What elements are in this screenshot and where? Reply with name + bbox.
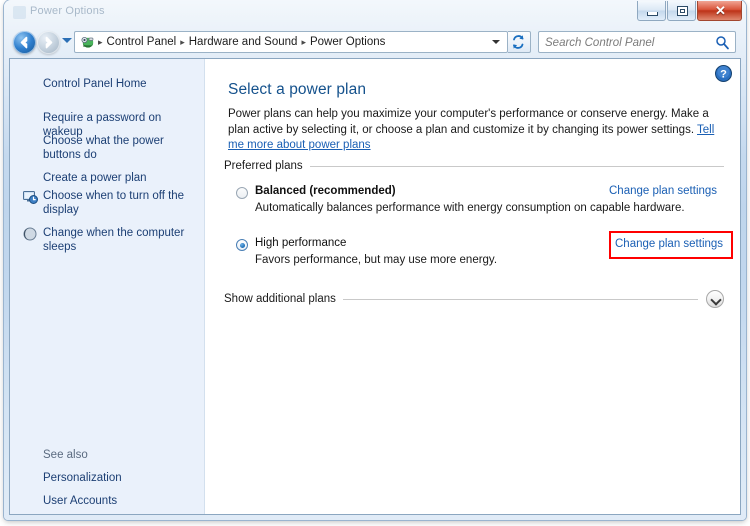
show-additional-plans-label: Show additional plans	[224, 293, 336, 305]
search-icon[interactable]	[715, 35, 730, 50]
sidebar-item-user-accounts[interactable]: User Accounts	[43, 494, 193, 508]
sidebar-item-choose-power-buttons[interactable]: Choose what the power buttons do	[43, 134, 193, 162]
maximize-button[interactable]	[667, 1, 696, 21]
forward-arrow-icon	[45, 36, 53, 49]
preferred-plans-label: Preferred plans	[224, 160, 303, 172]
plan-name-high-performance: High performance	[255, 237, 347, 249]
search-input[interactable]	[545, 35, 705, 50]
breadcrumb-control-panel[interactable]: Control Panel	[104, 32, 180, 52]
radio-high-performance[interactable]	[236, 239, 248, 251]
control-panel-icon	[79, 34, 95, 50]
sidebar-item-personalization[interactable]: Personalization	[43, 471, 193, 485]
address-bar: ▸ Control Panel ▸ Hardware and Sound ▸ P…	[4, 27, 746, 58]
sidebar-item-change-when-computer-sleeps[interactable]: Change when the computer sleeps	[43, 226, 193, 254]
see-also-label: See also	[43, 449, 88, 461]
back-arrow-icon	[20, 36, 28, 49]
power-options-window: Power Options ✕ ▸ Control Panel ▸ Hardwa…	[4, 0, 746, 520]
monitor-clock-icon	[22, 189, 38, 205]
main-content: ? Select a power plan Power plans can he…	[206, 59, 740, 515]
client-area: Control Panel Home Require a password on…	[9, 58, 741, 515]
address-dropdown-icon[interactable]	[492, 40, 500, 44]
maximize-icon	[677, 6, 688, 16]
plan-description-balanced: Automatically balances performance with …	[255, 202, 685, 214]
desktop-background: Power Options ✕ ▸ Control Panel ▸ Hardwa…	[0, 0, 750, 526]
refresh-icon	[513, 35, 524, 49]
help-icon[interactable]: ?	[715, 65, 732, 82]
window-title: Power Options	[30, 5, 105, 17]
plan-description-high-performance: Favors performance, but may use more ene…	[255, 254, 498, 266]
preferred-plans-group-header: Preferred plans	[224, 159, 724, 173]
window-icon	[13, 6, 26, 19]
back-button[interactable]	[13, 31, 36, 54]
minimize-icon	[647, 12, 658, 16]
title-bar: Power Options ✕	[4, 0, 746, 27]
change-plan-settings-high-performance[interactable]: Change plan settings	[615, 238, 723, 250]
page-description: Power plans can help you maximize your c…	[228, 107, 718, 154]
window-bottom-edge	[9, 514, 741, 515]
page-title: Select a power plan	[228, 81, 367, 98]
forward-button[interactable]	[37, 31, 60, 54]
sidebar-item-create-power-plan[interactable]: Create a power plan	[43, 171, 193, 185]
breadcrumb-bar[interactable]: ▸ Control Panel ▸ Hardware and Sound ▸ P…	[74, 31, 508, 53]
breadcrumb-power-options[interactable]: Power Options	[307, 32, 388, 52]
plan-name-balanced: Balanced (recommended)	[255, 185, 396, 197]
recent-pages-dropdown[interactable]	[62, 38, 72, 43]
svg-text:?: ?	[720, 68, 727, 80]
moon-icon	[22, 226, 38, 242]
sidebar: Control Panel Home Require a password on…	[10, 59, 205, 515]
chevron-down-icon[interactable]	[706, 290, 724, 308]
close-icon: ✕	[715, 3, 726, 18]
sidebar-item-choose-when-turn-off-display[interactable]: Choose when to turn off the display	[43, 189, 193, 217]
close-button[interactable]: ✕	[697, 1, 742, 21]
page-description-text: Power plans can help you maximize your c…	[228, 108, 709, 136]
group-divider	[309, 165, 724, 167]
radio-balanced[interactable]	[236, 187, 248, 199]
refresh-button[interactable]	[508, 31, 531, 53]
window-controls: ✕	[636, 1, 742, 21]
minimize-button[interactable]	[637, 1, 666, 21]
search-box[interactable]	[538, 31, 736, 53]
sidebar-item-control-panel-home[interactable]: Control Panel Home	[43, 77, 193, 91]
breadcrumb-hardware-and-sound[interactable]: Hardware and Sound	[186, 32, 301, 52]
show-additional-plans-row[interactable]: Show additional plans	[224, 289, 724, 309]
change-plan-settings-balanced[interactable]: Change plan settings	[609, 185, 717, 197]
group-divider	[342, 298, 698, 300]
